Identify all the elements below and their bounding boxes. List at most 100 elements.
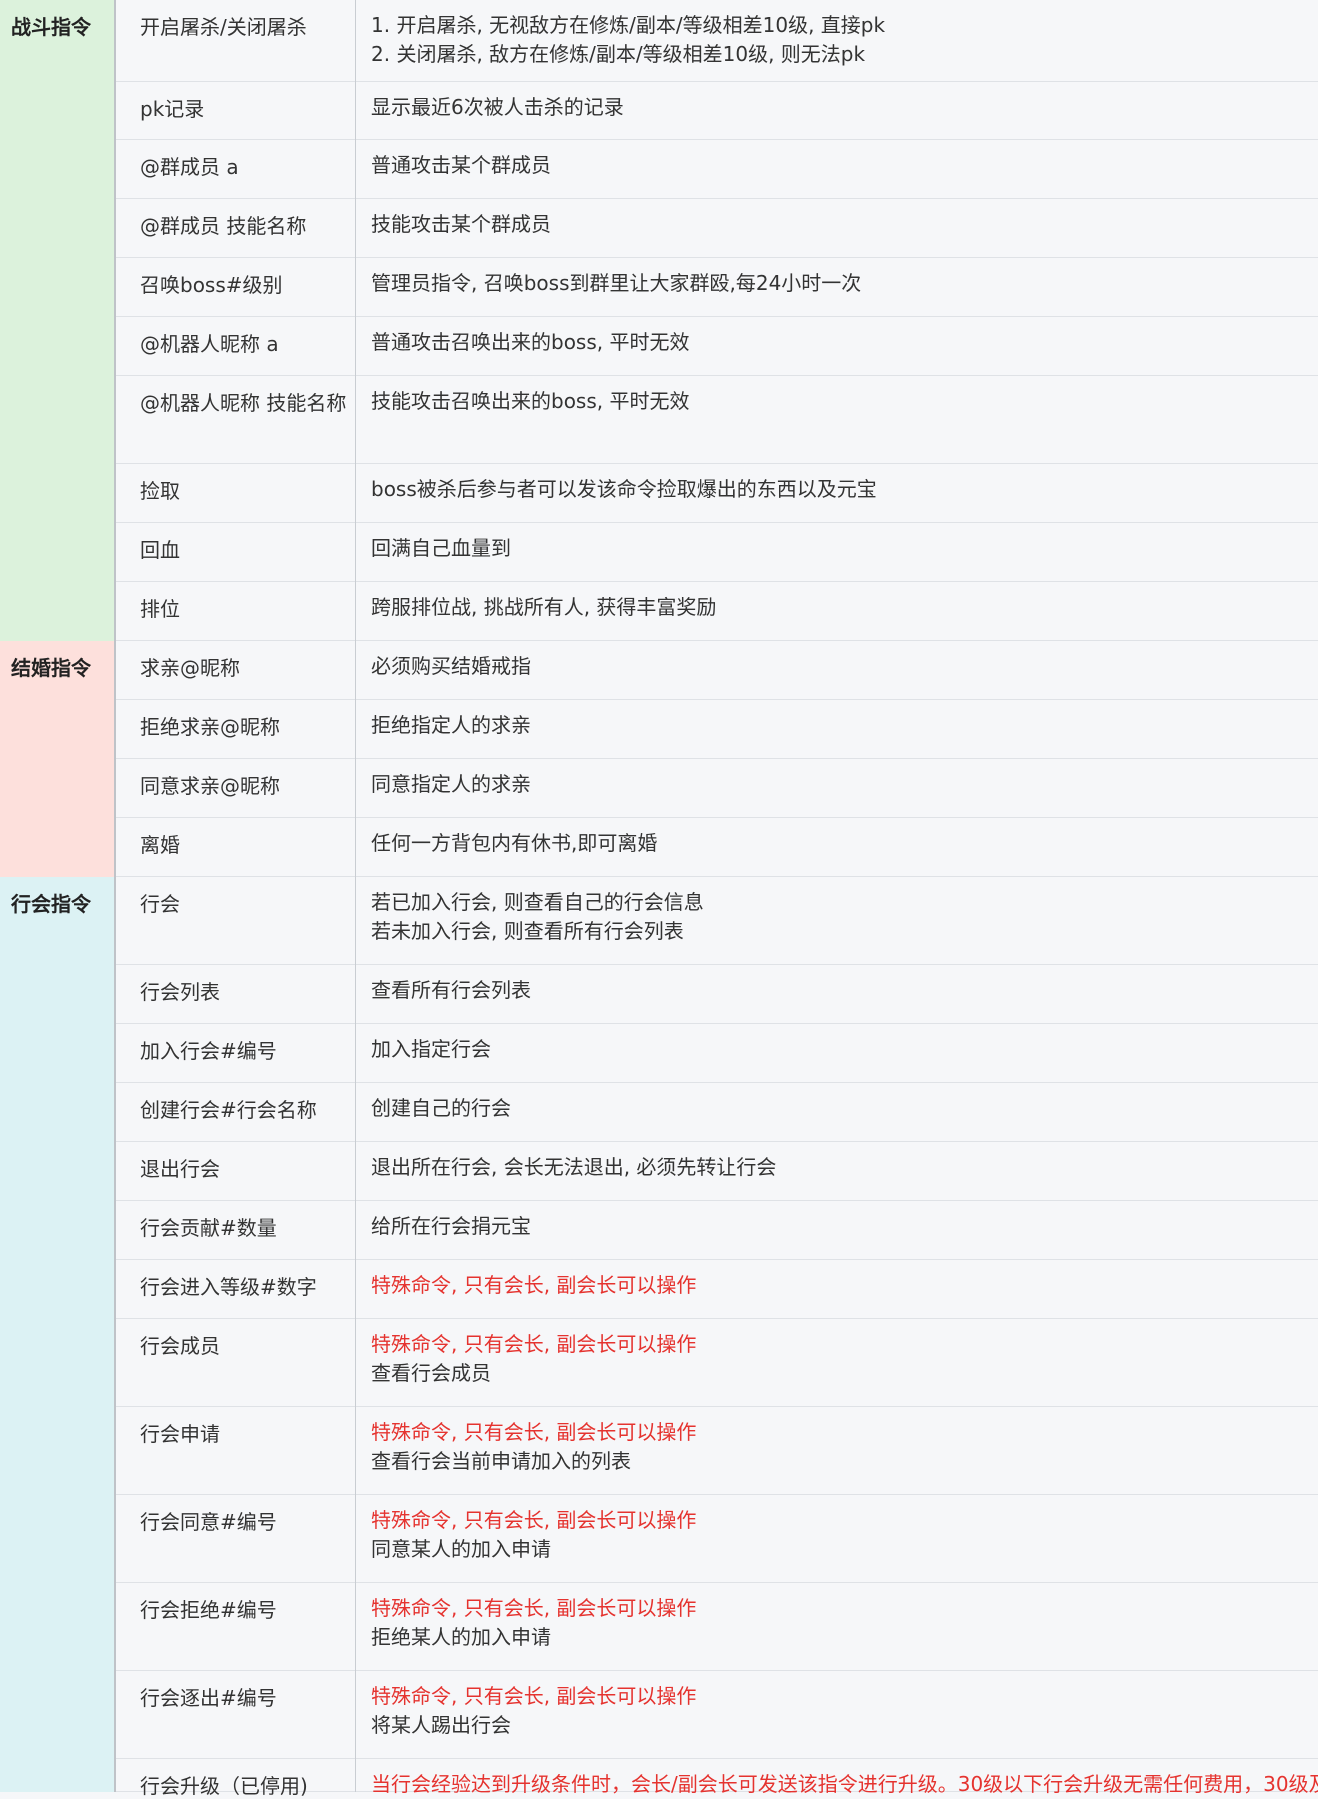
command-description: 特殊命令, 只有会长, 副会长可以操作 查看行会成员 bbox=[371, 1330, 696, 1388]
warning-text: 特殊命令, 只有会长, 副会长可以操作 bbox=[371, 1273, 697, 1297]
command-description: 若已加入行会, 则查看自己的行会信息 若未加入行会, 则查看所有行会列表 bbox=[371, 888, 704, 946]
command-text: 离婚 bbox=[140, 833, 180, 857]
description-line: 技能攻击某个群成员 bbox=[371, 212, 551, 236]
description-line: 查看行会成员 bbox=[371, 1361, 491, 1385]
command-description: 回满自己血量到 bbox=[371, 534, 511, 563]
command-description: 普通攻击某个群成员 bbox=[371, 151, 551, 180]
command-text: pk记录 bbox=[140, 97, 205, 121]
command-text: @群成员 技能名称 bbox=[140, 214, 307, 238]
description-line: 给所在行会捐元宝 bbox=[371, 1214, 531, 1238]
command-text: 回血 bbox=[140, 538, 180, 562]
command-description: 特殊命令, 只有会长, 副会长可以操作 bbox=[371, 1271, 696, 1300]
command-description: 1. 开启屠杀, 无视敌方在修炼/副本/等级相差10级, 直接pk 2. 关闭屠杀… bbox=[371, 11, 885, 69]
table-row: @机器人昵称 技能名称 技能攻击召唤出来的boss, 平时无效 bbox=[116, 376, 1318, 464]
command-description: 给所在行会捐元宝 bbox=[371, 1212, 531, 1241]
command-text: 行会贡献#数量 bbox=[140, 1216, 277, 1240]
table-row: 创建行会#行会名称 创建自己的行会 bbox=[116, 1083, 1318, 1142]
command-description: 查看所有行会列表 bbox=[371, 976, 531, 1005]
command-text: 退出行会 bbox=[140, 1157, 220, 1181]
command-description: 管理员指令, 召唤boss到群里让大家群殴,每24小时一次 bbox=[371, 269, 861, 298]
command-text: 行会成员 bbox=[140, 1334, 220, 1358]
category-label: 战斗指令 bbox=[11, 15, 91, 39]
warning-text: 特殊命令, 只有会长, 副会长可以操作 bbox=[371, 1684, 697, 1708]
command-text: 开启屠杀/关闭屠杀 bbox=[140, 15, 307, 39]
command-text: 拒绝求亲@昵称 bbox=[140, 715, 280, 739]
table-row: 行会列表 查看所有行会列表 bbox=[116, 965, 1318, 1024]
description-line: 拒绝某人的加入申请 bbox=[371, 1625, 551, 1649]
description-line: 同意指定人的求亲 bbox=[371, 772, 531, 796]
table-row: 拒绝求亲@昵称 拒绝指定人的求亲 bbox=[116, 700, 1318, 759]
command-description: 加入指定行会 bbox=[371, 1035, 491, 1064]
command-description: 同意指定人的求亲 bbox=[371, 770, 531, 799]
table-row: 行会进入等级#数字 特殊命令, 只有会长, 副会长可以操作 bbox=[116, 1260, 1318, 1319]
command-description: 拒绝指定人的求亲 bbox=[371, 711, 531, 740]
command-description: 特殊命令, 只有会长, 副会长可以操作 查看行会当前申请加入的列表 bbox=[371, 1418, 696, 1476]
command-text: @机器人昵称 a bbox=[140, 332, 279, 356]
category-label: 结婚指令 bbox=[11, 656, 91, 680]
description-line: 普通攻击某个群成员 bbox=[371, 153, 551, 177]
description-line: 加入指定行会 bbox=[371, 1037, 491, 1061]
description-line: 管理员指令, 召唤boss到群里让大家群殴,每24小时一次 bbox=[371, 271, 862, 295]
command-text: 行会列表 bbox=[140, 980, 220, 1004]
command-description: 特殊命令, 只有会长, 副会长可以操作 拒绝某人的加入申请 bbox=[371, 1594, 696, 1652]
description-line: 创建自己的行会 bbox=[371, 1096, 511, 1120]
command-text: 同意求亲@昵称 bbox=[140, 774, 280, 798]
command-text: 排位 bbox=[140, 597, 180, 621]
command-text: 行会同意#编号 bbox=[140, 1510, 277, 1534]
description-line: 若未加入行会, 则查看所有行会列表 bbox=[371, 919, 684, 943]
table-row: pk记录 显示最近6次被人击杀的记录 bbox=[116, 82, 1318, 140]
table-row: 行会 若已加入行会, 则查看自己的行会信息 若未加入行会, 则查看所有行会列表 bbox=[116, 877, 1318, 965]
table-row: 行会成员 特殊命令, 只有会长, 副会长可以操作 查看行会成员 bbox=[116, 1319, 1318, 1407]
table-row: @群成员 a 普通攻击某个群成员 bbox=[116, 140, 1318, 199]
column-divider bbox=[355, 0, 356, 1792]
table-row: 召唤boss#级别 管理员指令, 召唤boss到群里让大家群殴,每24小时一次 bbox=[116, 258, 1318, 317]
command-text: 捡取 bbox=[140, 479, 180, 503]
command-description: boss被杀后参与者可以发该命令捡取爆出的东西以及元宝 bbox=[371, 475, 877, 504]
description-line: 回满自己血量到 bbox=[371, 536, 511, 560]
command-text: 行会逐出#编号 bbox=[140, 1686, 277, 1710]
description-line: 显示最近6次被人击杀的记录 bbox=[371, 95, 624, 119]
command-description: 退出所在行会, 会长无法退出, 必须先转让行会 bbox=[371, 1153, 776, 1182]
command-description: 技能攻击召唤出来的boss, 平时无效 bbox=[371, 387, 690, 416]
description-line: 将某人踢出行会 bbox=[371, 1713, 511, 1737]
table-row: 行会贡献#数量 给所在行会捐元宝 bbox=[116, 1201, 1318, 1260]
description-line: 技能攻击召唤出来的boss, 平时无效 bbox=[371, 389, 690, 413]
command-description: 创建自己的行会 bbox=[371, 1094, 511, 1123]
category-cell: 战斗指令 bbox=[0, 0, 116, 641]
table-row: 开启屠杀/关闭屠杀 1. 开启屠杀, 无视敌方在修炼/副本/等级相差10级, 直接… bbox=[116, 0, 1318, 82]
command-text: 行会申请 bbox=[140, 1422, 220, 1446]
table-row: 加入行会#编号 加入指定行会 bbox=[116, 1024, 1318, 1083]
command-description: 必须购买结婚戒指 bbox=[371, 652, 531, 681]
command-description: 技能攻击某个群成员 bbox=[371, 210, 551, 239]
command-description: 普通攻击召唤出来的boss, 平时无效 bbox=[371, 328, 690, 357]
description-line: 退出所在行会, 会长无法退出, 必须先转让行会 bbox=[371, 1155, 777, 1179]
table-row: 回血 回满自己血量到 bbox=[116, 523, 1318, 582]
table-row: 行会申请 特殊命令, 只有会长, 副会长可以操作 查看行会当前申请加入的列表 bbox=[116, 1407, 1318, 1495]
description-line: 查看所有行会列表 bbox=[371, 978, 531, 1002]
command-text: 行会 bbox=[140, 892, 180, 916]
category-cell: 结婚指令 bbox=[0, 641, 116, 877]
command-text: @群成员 a bbox=[140, 155, 239, 179]
table-row: @群成员 技能名称 技能攻击某个群成员 bbox=[116, 199, 1318, 258]
table-row: 求亲@昵称 必须购买结婚戒指 bbox=[116, 641, 1318, 700]
command-description: 显示最近6次被人击杀的记录 bbox=[371, 93, 624, 122]
command-text: @机器人昵称 技能名称 bbox=[140, 391, 347, 415]
warning-text: 当行会经验达到升级条件时，会长/副会长可发送该指令进行升级。30级以下行会升级无… bbox=[371, 1772, 1318, 1796]
command-description: 跨服排位战, 挑战所有人, 获得丰富奖励 bbox=[371, 593, 716, 622]
table-row: 排位 跨服排位战, 挑战所有人, 获得丰富奖励 bbox=[116, 582, 1318, 641]
description-line: 任何一方背包内有休书,即可离婚 bbox=[371, 831, 658, 855]
command-description: 特殊命令, 只有会长, 副会长可以操作 同意某人的加入申请 bbox=[371, 1506, 696, 1564]
description-line: 同意某人的加入申请 bbox=[371, 1537, 551, 1561]
table-row: 同意求亲@昵称 同意指定人的求亲 bbox=[116, 759, 1318, 818]
warning-text: 特殊命令, 只有会长, 副会长可以操作 bbox=[371, 1508, 697, 1532]
warning-text: 特殊命令, 只有会长, 副会长可以操作 bbox=[371, 1332, 697, 1356]
command-text: 加入行会#编号 bbox=[140, 1039, 277, 1063]
table-row: 行会同意#编号 特殊命令, 只有会长, 副会长可以操作 同意某人的加入申请 bbox=[116, 1495, 1318, 1583]
description-line: 跨服排位战, 挑战所有人, 获得丰富奖励 bbox=[371, 595, 717, 619]
table-row: 行会升级（已停用) 当行会经验达到升级条件时，会长/副会长可发送该指令进行升级。3… bbox=[116, 1759, 1318, 1798]
table-row: 行会拒绝#编号 特殊命令, 只有会长, 副会长可以操作 拒绝某人的加入申请 bbox=[116, 1583, 1318, 1671]
command-description: 特殊命令, 只有会长, 副会长可以操作 将某人踢出行会 bbox=[371, 1682, 696, 1740]
table-row: 退出行会 退出所在行会, 会长无法退出, 必须先转让行会 bbox=[116, 1142, 1318, 1201]
warning-text: 特殊命令, 只有会长, 副会长可以操作 bbox=[371, 1420, 697, 1444]
description-line: 1. 开启屠杀, 无视敌方在修炼/副本/等级相差10级, 直接pk bbox=[371, 13, 886, 37]
